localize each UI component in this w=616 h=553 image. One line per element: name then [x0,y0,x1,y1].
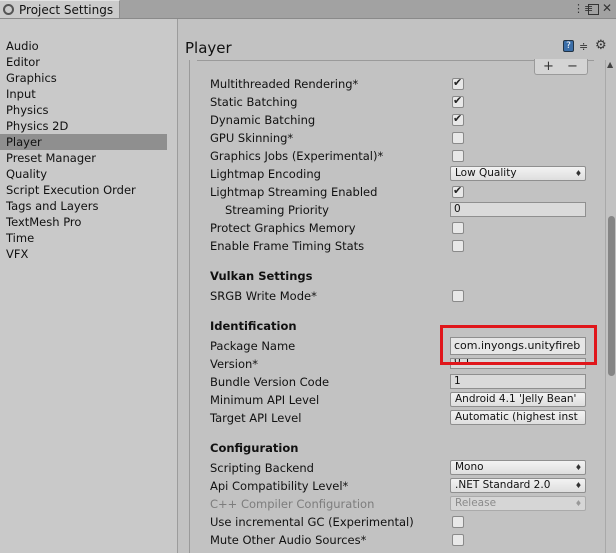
sidebar-item-physics[interactable]: Physics [0,102,167,118]
frame-timing-stats-label: Enable Frame Timing Stats [210,239,365,253]
multithreaded-rendering-label: Multithreaded Rendering* [210,77,359,91]
protect-graphics-memory-checkbox[interactable] [452,222,464,234]
page-title: Player [185,39,232,57]
vulkan-settings-heading: Vulkan Settings [210,269,313,283]
target-api-level-value: Automatic (highest inst [455,411,578,423]
add-list-item-button[interactable]: + [543,59,554,74]
version-label: Version* [210,357,259,371]
graphics-jobs-checkbox[interactable] [452,150,464,162]
mute-audio-label: Mute Other Audio Sources* [210,533,367,547]
inspector-panel: Player ? ≑ ⚙ + − Multithreaded Rendering… [178,19,616,553]
sidebar-item-time[interactable]: Time [0,230,167,246]
preset-icon[interactable]: ≑ [579,40,588,53]
sidebar-item-tags-and-layers[interactable]: Tags and Layers [0,198,167,214]
sidebar-item-input[interactable]: Input [0,86,167,102]
settings-gear-icon[interactable]: ⚙ [595,38,607,53]
sidebar-item-graphics[interactable]: Graphics [0,70,167,86]
cpp-compiler-config-value: Release [455,497,497,509]
gear-icon [3,4,14,15]
sidebar-item-player[interactable]: Player [0,134,167,150]
scripting-backend-value: Mono [455,461,484,473]
lightmap-encoding-label: Lightmap Encoding [210,167,321,181]
list-add-remove: + − [534,59,588,75]
multithreaded-rendering-checkbox[interactable] [452,76,464,90]
maximize-icon[interactable] [588,4,599,15]
bundle-version-code-field[interactable]: 1 [450,374,586,389]
incremental-gc-checkbox[interactable] [452,516,464,528]
sidebar-item-vfx[interactable]: VFX [0,246,167,262]
lightmap-encoding-dropdown[interactable]: Low Quality ♦ [450,166,586,181]
remove-list-item-button[interactable]: − [567,59,578,74]
frame-timing-stats-checkbox[interactable] [452,240,464,252]
scroll-thumb[interactable] [608,216,615,376]
scripting-backend-dropdown[interactable]: Mono ♦ [450,460,586,475]
sidebar-item-script-execution-order[interactable]: Script Execution Order [0,182,167,198]
incremental-gc-label: Use incremental GC (Experimental) [210,515,414,529]
protect-graphics-memory-label: Protect Graphics Memory [210,221,356,235]
sidebar-item-physics-2d[interactable]: Physics 2D [0,118,167,134]
minimum-api-level-dropdown[interactable]: Android 4.1 'Jelly Bean' [450,392,586,407]
sidebar-item-audio[interactable]: Audio [0,38,167,54]
sidebar-item-preset-manager[interactable]: Preset Manager [0,150,167,166]
package-name-highlight [440,325,597,365]
minimum-api-level-label: Minimum API Level [210,393,320,407]
target-api-level-dropdown[interactable]: Automatic (highest inst [450,410,586,425]
dropdown-arrow-icon: ♦ [574,463,582,472]
tab-title: Project Settings [19,3,114,17]
gpu-skinning-checkbox[interactable] [452,132,464,144]
cpp-compiler-config-label: C++ Compiler Configuration [210,497,375,511]
sidebar: Audio Editor Graphics Input Physics Phys… [0,19,178,553]
sidebar-item-textmesh-pro[interactable]: TextMesh Pro [0,214,167,230]
sidebar-item-quality[interactable]: Quality [0,166,167,182]
streaming-priority-field[interactable]: 0 [450,202,586,217]
vertical-scrollbar[interactable]: ▲ [605,60,616,553]
gpu-skinning-label: GPU Skinning* [210,131,294,145]
api-compatibility-label: Api Compatibility Level* [210,479,349,493]
title-bar: Project Settings ⋮≡ ✕ [0,0,616,19]
static-batching-label: Static Batching [210,95,298,109]
scroll-up-arrow-icon[interactable]: ▲ [607,60,613,69]
minimum-api-level-value: Android 4.1 'Jelly Bean' [455,393,577,405]
api-compatibility-value: .NET Standard 2.0 [455,479,551,491]
dynamic-batching-checkbox[interactable] [452,112,464,126]
cpp-compiler-config-dropdown: Release ♦ [450,496,586,511]
identification-heading: Identification [210,319,297,333]
mute-audio-checkbox[interactable] [452,534,464,546]
dynamic-batching-label: Dynamic Batching [210,113,316,127]
srgb-write-mode-label: SRGB Write Mode* [210,289,317,303]
configuration-heading: Configuration [210,441,299,455]
bundle-version-code-label: Bundle Version Code [210,375,330,389]
api-compatibility-dropdown[interactable]: .NET Standard 2.0 ♦ [450,478,586,493]
static-batching-checkbox[interactable] [452,94,464,108]
help-book-icon[interactable]: ? [563,40,574,52]
package-name-label: Package Name [210,339,296,353]
dropdown-arrow-icon: ♦ [574,169,582,178]
tab-project-settings[interactable]: Project Settings [0,0,120,18]
lightmap-streaming-label: Lightmap Streaming Enabled [210,185,378,199]
streaming-priority-label: Streaming Priority [225,203,329,217]
graphics-jobs-label: Graphics Jobs (Experimental)* [210,149,384,163]
dropdown-arrow-icon: ♦ [574,499,582,508]
sidebar-item-editor[interactable]: Editor [0,54,167,70]
target-api-level-label: Target API Level [210,411,302,425]
dropdown-arrow-icon: ♦ [574,481,582,490]
lightmap-streaming-checkbox[interactable] [452,184,464,198]
lightmap-encoding-value: Low Quality [455,167,517,179]
close-icon[interactable]: ✕ [602,1,612,15]
srgb-write-mode-checkbox[interactable] [452,290,464,302]
scripting-backend-label: Scripting Backend [210,461,314,475]
